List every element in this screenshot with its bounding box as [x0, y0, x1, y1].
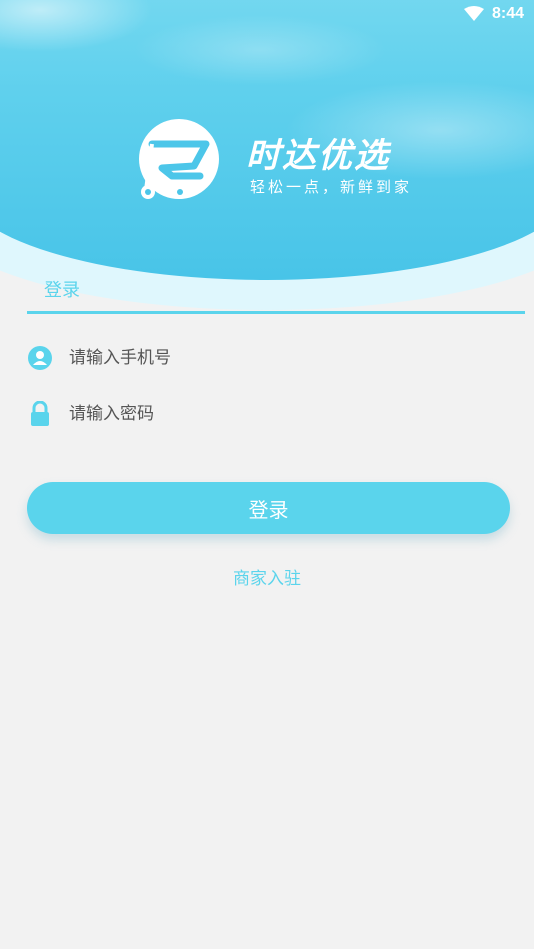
tab-login[interactable]: 登录 — [44, 276, 80, 302]
password-input[interactable] — [67, 403, 471, 425]
hero-header: 8:44 时达优选 轻松一点，新鲜到家 — [0, 0, 534, 330]
phone-field[interactable] — [27, 340, 507, 376]
brand-slogan: 轻松一点，新鲜到家 — [250, 178, 413, 196]
lock-icon — [27, 401, 53, 427]
tab-underline — [27, 311, 525, 314]
wifi-icon — [463, 6, 484, 22]
merchant-signup-link[interactable]: 商家入驻 — [0, 564, 534, 589]
password-field[interactable] — [27, 396, 507, 432]
user-icon — [27, 345, 53, 371]
status-bar: 8:44 — [463, 0, 534, 28]
phone-input[interactable] — [67, 347, 471, 369]
login-button[interactable]: 登录 — [27, 482, 510, 534]
brand-title: 时达优选 — [246, 136, 390, 176]
shopping-cart-logo-icon — [138, 118, 220, 200]
status-time: 8:44 — [491, 5, 524, 22]
